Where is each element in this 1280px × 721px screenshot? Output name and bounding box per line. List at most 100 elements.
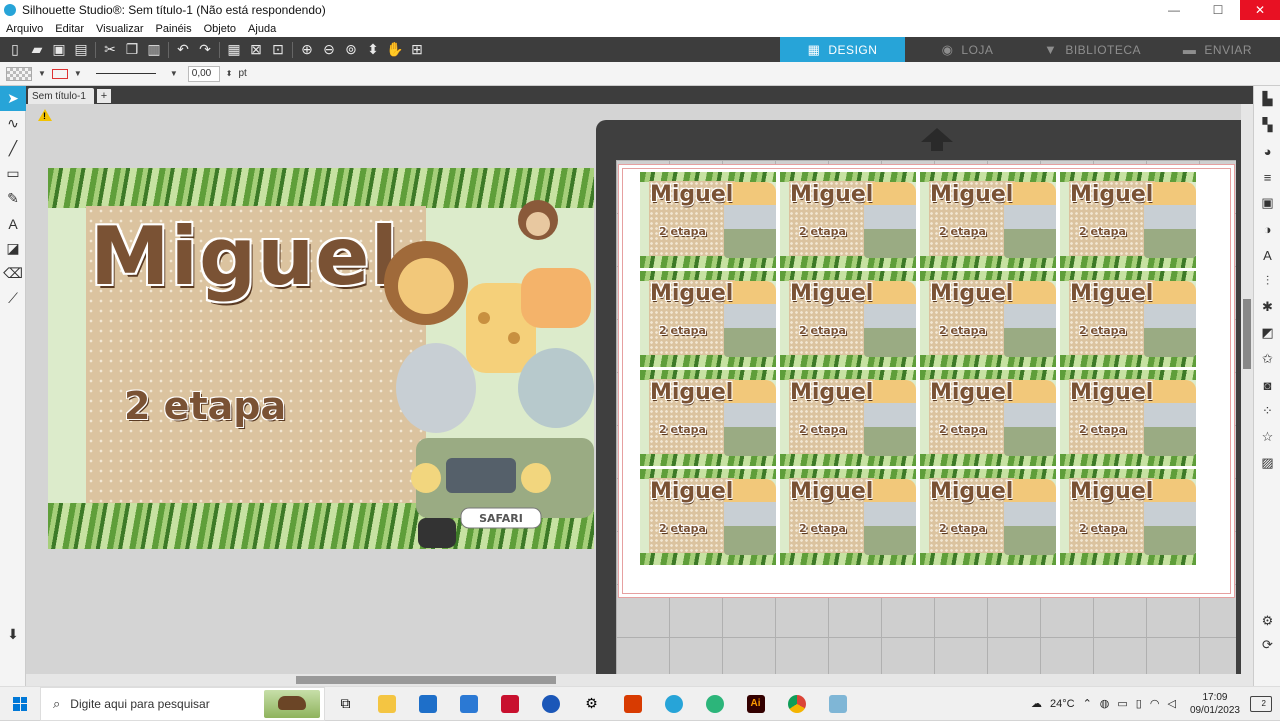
line-width-input[interactable]: 0,00 xyxy=(187,65,220,82)
rectangle-tool-icon[interactable]: ▭ xyxy=(0,161,26,186)
vertical-scroll-thumb[interactable] xyxy=(1243,299,1251,369)
tray-app-icon[interactable]: ◍ xyxy=(1100,697,1110,710)
fill-swatch[interactable] xyxy=(6,66,32,81)
line-tool-icon[interactable]: ╱ xyxy=(0,136,26,161)
task-view-icon[interactable]: ⧉ xyxy=(325,687,366,721)
label-tile[interactable]: Miguel 2 etapa xyxy=(920,271,1056,367)
line-width-stepper-icon[interactable]: ⬍ xyxy=(226,69,233,78)
redo-icon[interactable]: ↷ xyxy=(194,40,216,60)
zoom-out-icon[interactable]: ⊖ xyxy=(318,40,340,60)
office-icon[interactable] xyxy=(612,687,653,721)
knife-tool-icon[interactable]: ⟋ xyxy=(0,286,26,311)
notification-center-icon[interactable]: 2 xyxy=(1250,695,1272,712)
maximize-button[interactable]: ☐ xyxy=(1196,0,1240,20)
edge-icon[interactable] xyxy=(694,687,735,721)
transparency-icon[interactable]: ◑ xyxy=(1254,216,1280,242)
mcafee-icon[interactable] xyxy=(489,687,530,721)
menu-editar[interactable]: Editar xyxy=(55,23,84,35)
label-tile[interactable]: Miguel 2 etapa xyxy=(920,370,1056,466)
paste-icon[interactable]: ▥ xyxy=(143,40,165,60)
label-tile[interactable]: Miguel 2 etapa xyxy=(640,172,776,268)
group-icon[interactable]: ▦ xyxy=(223,40,245,60)
wifi-icon[interactable]: ◠ xyxy=(1150,697,1160,710)
new-file-icon[interactable]: ▯ xyxy=(4,40,26,60)
fill-dropdown-icon[interactable]: ▼ xyxy=(38,69,46,78)
zoom-in-icon[interactable]: ⊕ xyxy=(296,40,318,60)
trace-icon[interactable]: ◙ xyxy=(1254,372,1280,398)
tray-network-icon[interactable]: ▭ xyxy=(1117,697,1127,710)
mail-app-icon[interactable] xyxy=(448,687,489,721)
horizontal-scrollbar[interactable] xyxy=(26,674,1253,686)
tab-biblioteca[interactable]: ▼ BIBLIOTECA xyxy=(1030,37,1155,62)
pan-hand-icon[interactable]: ✋ xyxy=(384,40,406,60)
move-down-icon[interactable]: ⬍ xyxy=(362,40,384,60)
label-tile[interactable]: Miguel 2 etapa xyxy=(1060,172,1196,268)
vertical-scrollbar[interactable] xyxy=(1241,104,1253,674)
tray-expand-icon[interactable]: ⌃ xyxy=(1083,697,1092,710)
transform-icon[interactable]: ✱ xyxy=(1254,294,1280,320)
print-icon[interactable]: ▤ xyxy=(70,40,92,60)
save-icon[interactable]: ▣ xyxy=(48,40,70,60)
menu-ajuda[interactable]: Ajuda xyxy=(248,23,276,35)
volume-icon[interactable]: ◁ xyxy=(1167,697,1175,710)
settings-gear-icon[interactable]: ⚙ xyxy=(1254,608,1280,634)
horizontal-scroll-thumb[interactable] xyxy=(296,676,556,684)
menu-visualizar[interactable]: Visualizar xyxy=(96,23,144,35)
illustrator-icon[interactable]: Ai xyxy=(735,687,776,721)
cut-icon[interactable]: ✂ xyxy=(99,40,121,60)
open-folder-icon[interactable]: ▰ xyxy=(26,40,48,60)
app-icon[interactable] xyxy=(817,687,858,721)
line-color-dropdown-icon[interactable]: ▼ xyxy=(74,69,82,78)
sketch-icon[interactable]: ☆ xyxy=(1254,424,1280,450)
rhinestone-icon[interactable]: ⁘ xyxy=(1254,398,1280,424)
eraser-tool-icon[interactable]: ⌫ xyxy=(0,261,26,286)
minimize-button[interactable]: — xyxy=(1152,0,1196,20)
fit-to-page-icon[interactable]: ⊞ xyxy=(406,40,428,60)
tab-loja[interactable]: ◉ LOJA xyxy=(905,37,1030,62)
page-setup-icon[interactable]: ▙ xyxy=(1254,86,1280,112)
text-style-icon[interactable]: A xyxy=(1254,242,1280,268)
tab-enviar[interactable]: ▬ ENVIAR xyxy=(1155,37,1280,62)
image-effects-icon[interactable]: ▣ xyxy=(1254,190,1280,216)
print-sheet[interactable]: Miguel 2 etapa Miguel 2 etapa Miguel 2 etapa M… xyxy=(618,164,1235,598)
menu-paineis[interactable]: Painéis xyxy=(156,23,192,35)
select-tool-icon[interactable]: ➤ xyxy=(0,86,26,111)
settings-app-icon[interactable]: ⚙ xyxy=(571,687,612,721)
tray-battery-icon[interactable]: ▯ xyxy=(1136,697,1142,710)
sync-icon[interactable]: ⟳ xyxy=(1254,632,1280,658)
design-card[interactable]: Miguel 2 etapa SAFARI xyxy=(48,168,594,549)
store-app-icon[interactable] xyxy=(407,687,448,721)
chrome-icon[interactable] xyxy=(776,687,817,721)
menu-objeto[interactable]: Objeto xyxy=(204,23,236,35)
edit-points-icon[interactable]: ∿ xyxy=(0,111,26,136)
pixscan-icon[interactable]: ▚ xyxy=(1254,112,1280,138)
doc-tab-sem-titulo[interactable]: Sem título-1 xyxy=(28,88,94,104)
download-panel-icon[interactable]: ⬇ xyxy=(0,622,26,647)
label-tile[interactable]: Miguel 2 etapa xyxy=(640,370,776,466)
label-tile[interactable]: Miguel 2 etapa xyxy=(1060,469,1196,565)
line-style-preview[interactable] xyxy=(95,73,156,74)
label-tile[interactable]: Miguel 2 etapa xyxy=(780,271,916,367)
text-tool-icon[interactable]: A xyxy=(0,211,26,236)
cutting-mat[interactable]: Miguel 2 etapa Miguel 2 etapa Miguel 2 etapa M… xyxy=(596,120,1241,674)
zoom-select-icon[interactable]: ⊚ xyxy=(340,40,362,60)
label-tile[interactable]: Miguel 2 etapa xyxy=(640,271,776,367)
taskbar-search-box[interactable]: ⌕ Digite aqui para pesquisar xyxy=(40,686,325,721)
add-document-icon[interactable]: + xyxy=(96,89,111,103)
ungroup-icon[interactable]: ⊠ xyxy=(245,40,267,60)
design-workspace[interactable]: Miguel 2 etapa SAFARI Miguel2 etapaMigue… xyxy=(26,104,1241,674)
label-tile[interactable]: Miguel 2 etapa xyxy=(780,172,916,268)
fill-tool-icon[interactable]: ◪ xyxy=(0,236,26,261)
label-tile[interactable]: Miguel 2 etapa xyxy=(640,469,776,565)
taskbar-clock[interactable]: 17:09 09/01/2023 xyxy=(1190,691,1240,717)
line-color-swatch[interactable] xyxy=(51,68,68,79)
label-tile[interactable]: Miguel 2 etapa xyxy=(920,469,1056,565)
weather-icon[interactable]: ☁ xyxy=(1031,697,1042,710)
layers-icon[interactable]: ▨ xyxy=(1254,450,1280,476)
menu-arquivo[interactable]: Arquivo xyxy=(6,23,43,35)
label-tile[interactable]: Miguel 2 etapa xyxy=(1060,370,1196,466)
replicate-icon[interactable]: ◩ xyxy=(1254,320,1280,346)
silhouette-taskbar-icon[interactable] xyxy=(653,687,694,721)
align-icon[interactable]: ⫶ xyxy=(1254,268,1280,294)
offset-icon[interactable]: ✩ xyxy=(1254,346,1280,372)
